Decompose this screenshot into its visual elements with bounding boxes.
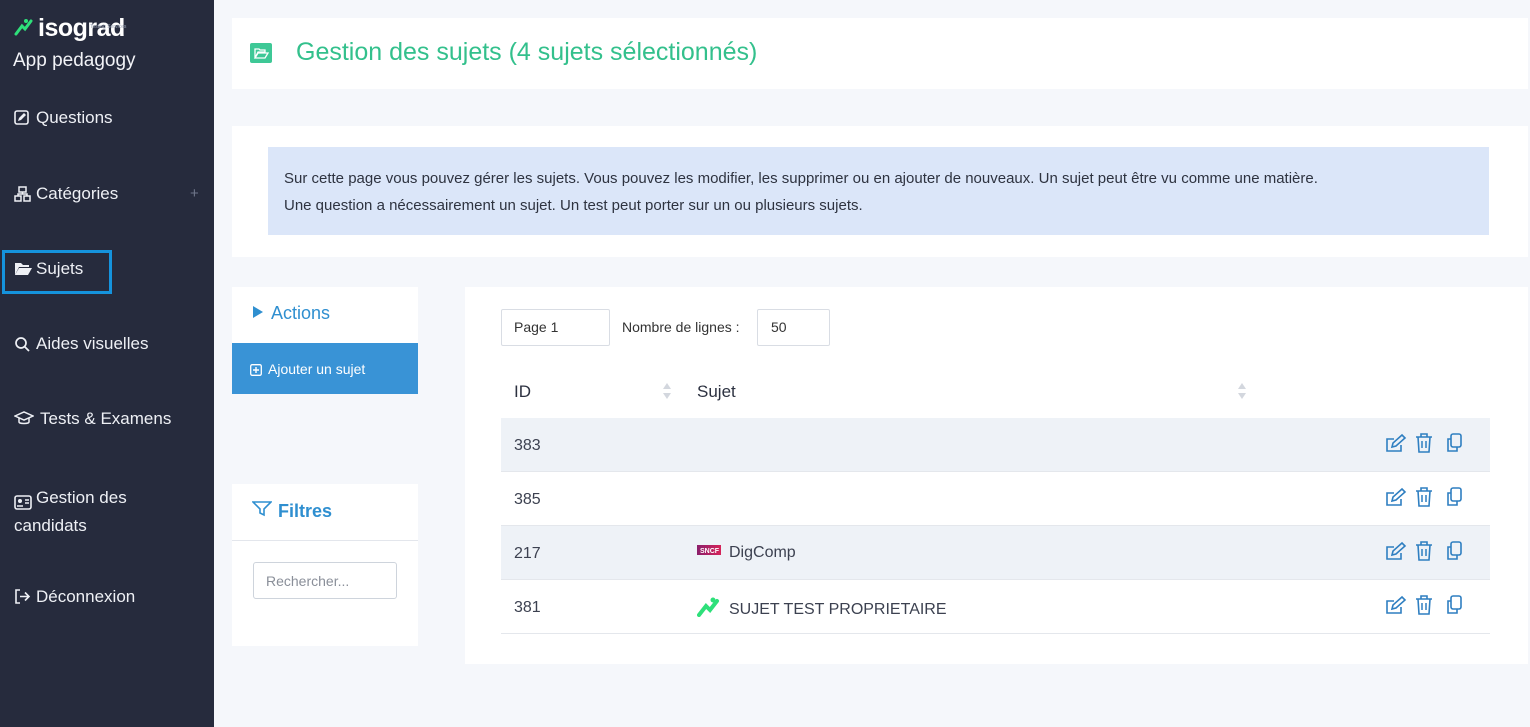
filters-panel: Filtres — [232, 484, 418, 646]
sncf-logo-icon: SNCF — [697, 543, 721, 562]
edit-icon[interactable] — [1385, 433, 1407, 455]
row-id: 385 — [514, 491, 541, 508]
sidebar-item-deconnexion[interactable]: Déconnexion — [14, 587, 135, 607]
isograd-logo-mark-icon — [14, 18, 34, 42]
row-subject-cell: SUJET TEST PROPRIETAIRE — [697, 597, 947, 622]
sidebar-item-label: Aides visuelles — [36, 334, 149, 353]
table-row[interactable]: 385 — [501, 472, 1490, 526]
filters-title-label: Filtres — [278, 501, 333, 521]
column-header-id[interactable]: ID — [514, 382, 531, 402]
expand-plus-icon[interactable]: + — [190, 185, 199, 202]
rows-per-page-label: Nombre de lignes : — [622, 319, 740, 335]
search-input[interactable] — [253, 562, 397, 599]
edit-square-icon — [14, 110, 30, 126]
row-subject-cell: SNCF DigComp — [697, 543, 796, 562]
info-message: Sur cette page vous pouvez gérer les suj… — [268, 147, 1489, 235]
page-selector[interactable]: Page 1 — [501, 309, 610, 346]
trash-icon[interactable] — [1415, 433, 1437, 455]
rows-per-page-input[interactable]: 50 — [757, 309, 830, 346]
row-actions — [1385, 433, 1475, 455]
row-id: 381 — [514, 599, 541, 616]
sidebar-item-tests-examens[interactable]: Tests & Examens — [13, 409, 172, 429]
filters-title[interactable]: Filtres — [251, 501, 333, 522]
sidebar-item-label: Questions — [36, 108, 113, 127]
logo-subtitle: Testing Services — [90, 24, 127, 30]
sidebar-item-gestion-candidats[interactable]: Gestion des candidats — [14, 484, 194, 540]
sidebar-item-label: Tests & Examens — [40, 409, 172, 428]
page-title: Gestion des sujets (4 sujets sélectionné… — [296, 38, 758, 66]
subjects-table-panel: Page 1 Nombre de lignes : 50 ID Sujet 38… — [465, 287, 1528, 664]
sidebar-item-label: Catégories — [36, 184, 119, 203]
graduation-cap-icon — [13, 411, 35, 427]
row-id: 217 — [514, 545, 541, 562]
edit-icon[interactable] — [1385, 595, 1407, 617]
sidebar: isograd Testing Services App pedagogy Qu… — [0, 0, 214, 727]
play-triangle-icon — [252, 303, 264, 324]
sidebar-item-label: Déconnexion — [36, 587, 136, 606]
copy-icon[interactable] — [1445, 433, 1467, 455]
sort-arrows-icon[interactable] — [662, 379, 672, 403]
add-subject-label: Ajouter un sujet — [268, 360, 366, 377]
table-row[interactable]: 217 SNCF DigComp — [501, 526, 1490, 580]
trash-icon[interactable] — [1415, 541, 1437, 563]
page-header: Gestion des sujets (4 sujets sélectionné… — [232, 18, 1528, 89]
plus-square-icon — [250, 363, 262, 376]
actions-title[interactable]: Actions — [252, 303, 330, 324]
table-row[interactable]: 383 — [501, 418, 1490, 472]
filter-funnel-icon — [251, 501, 273, 522]
add-subject-button[interactable]: Ajouter un sujet — [232, 343, 418, 394]
copy-icon[interactable] — [1445, 595, 1467, 617]
column-header-subject[interactable]: Sujet — [697, 382, 736, 402]
info-line-2: Une question a nécessairement un sujet. … — [284, 197, 863, 214]
row-subject: DigComp — [729, 543, 796, 561]
row-id: 383 — [514, 437, 541, 454]
trash-icon[interactable] — [1415, 595, 1437, 617]
edit-icon[interactable] — [1385, 487, 1407, 509]
sidebar-item-questions[interactable]: Questions — [14, 108, 113, 128]
id-card-icon — [14, 491, 32, 510]
svg-text:SNCF: SNCF — [700, 548, 720, 555]
trash-icon[interactable] — [1415, 487, 1437, 509]
edit-icon[interactable] — [1385, 541, 1407, 563]
copy-icon[interactable] — [1445, 541, 1467, 563]
sitemap-icon — [14, 186, 31, 202]
divider — [232, 540, 418, 541]
table-row[interactable]: 381 SUJET TEST PROPRIETAIRE — [501, 580, 1490, 634]
sidebar-item-aides-visuelles[interactable]: Aides visuelles — [14, 334, 148, 354]
folder-open-icon — [250, 43, 272, 63]
row-actions — [1385, 595, 1475, 617]
sidebar-item-categories[interactable]: Catégories — [14, 184, 118, 204]
app-name: App pedagogy — [13, 50, 136, 71]
isograd-logo-icon — [697, 597, 721, 622]
logout-icon — [14, 589, 31, 605]
info-panel: Sur cette page vous pouvez gérer les suj… — [232, 126, 1528, 257]
row-actions — [1385, 487, 1475, 509]
info-line-1: Sur cette page vous pouvez gérer les suj… — [284, 170, 1318, 187]
actions-title-label: Actions — [271, 303, 331, 323]
sort-arrows-icon[interactable] — [1237, 379, 1247, 403]
row-subject: SUJET TEST PROPRIETAIRE — [729, 600, 947, 618]
copy-icon[interactable] — [1445, 487, 1467, 509]
row-actions — [1385, 541, 1475, 563]
active-item-highlight — [2, 250, 112, 294]
actions-panel: Actions Ajouter un sujet — [232, 287, 418, 394]
search-icon — [14, 336, 30, 352]
